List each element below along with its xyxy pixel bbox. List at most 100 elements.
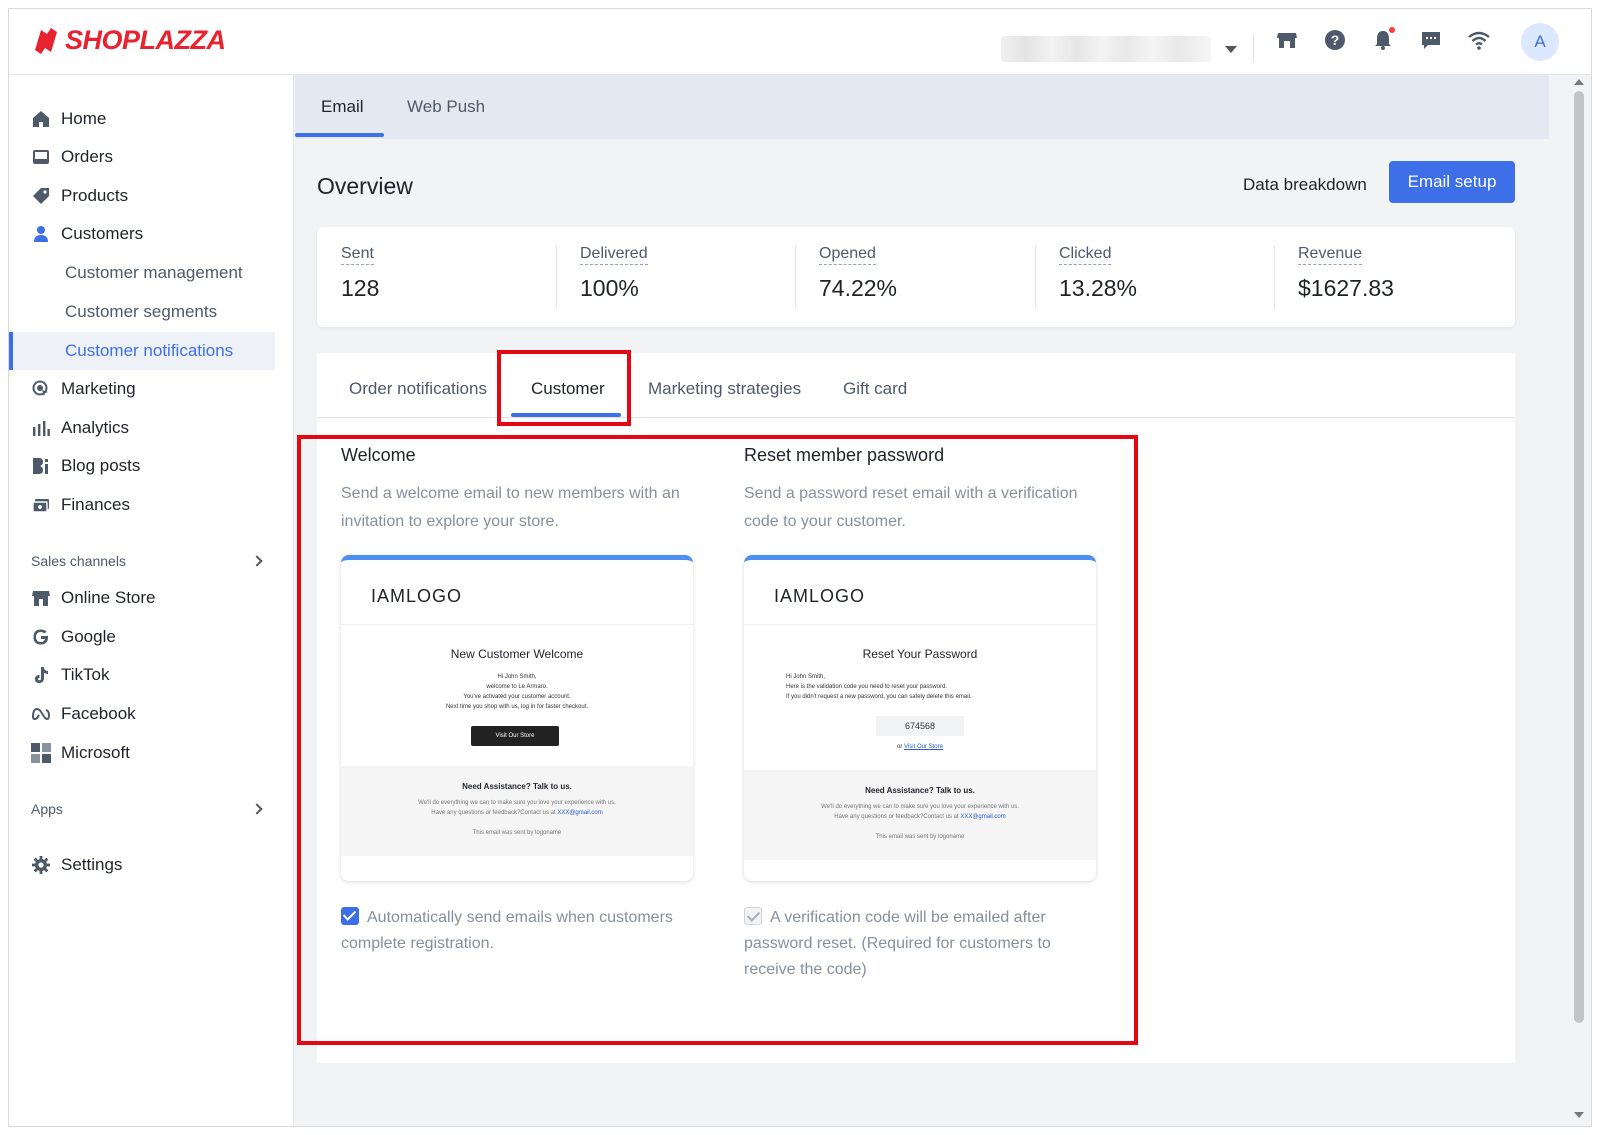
preview-logo: IAMLOGO <box>774 586 866 606</box>
preview-heading: New Customer Welcome <box>450 647 584 661</box>
sidebar-item-analytics[interactable]: Analytics <box>9 410 294 446</box>
sidebar-item-microsoft[interactable]: Microsoft <box>9 735 294 771</box>
sidebar-item-marketing[interactable]: Marketing <box>9 371 294 407</box>
avatar[interactable]: A <box>1521 23 1559 61</box>
preview-line: Here is the validation code you need to … <box>786 684 948 690</box>
sidebar-item-label: Finances <box>61 495 130 514</box>
sidebar-subitem-customer-notifications[interactable]: Customer notifications <box>9 332 294 370</box>
tab-web-push[interactable]: Web Push <box>407 97 485 117</box>
sidebar-item-label: Online Store <box>61 588 156 607</box>
scroll-down-arrow-icon[interactable] <box>1574 1112 1584 1118</box>
preview-footer-title: Need Assistance? Talk to us. <box>865 786 975 795</box>
scroll-up-arrow-icon[interactable] <box>1574 79 1584 85</box>
divider <box>341 624 693 625</box>
stats-card: Sent 128 Delivered 100% Opened 74.22% Cl… <box>317 227 1515 327</box>
preview-heading: Reset Your Password <box>862 647 978 661</box>
sidebar-item-blog-posts[interactable]: Blog posts <box>9 448 294 484</box>
tab-email[interactable]: Email <box>321 97 364 117</box>
email-setup-button[interactable]: Email setup <box>1389 161 1515 203</box>
store-selector[interactable] <box>1001 35 1241 63</box>
brand-logo[interactable]: SHOPLAZZA <box>31 25 226 56</box>
sidebar-item-facebook[interactable]: Facebook <box>9 696 294 732</box>
marketing-icon <box>31 379 51 399</box>
template-description: Send a welcome email to new members with… <box>341 485 680 530</box>
tab-marketing-strategies[interactable]: Marketing strategies <box>648 379 801 399</box>
sidebar-item-label: Products <box>61 186 129 205</box>
preview-line: If you didn't request a new password, yo… <box>786 694 972 700</box>
active-item-indicator <box>9 332 13 370</box>
finance-icon <box>31 495 51 515</box>
email-preview-welcome[interactable]: IAMLOGO New Customer Welcome Hi John Smi… <box>341 555 693 881</box>
stat-label[interactable]: Clicked <box>1059 245 1112 265</box>
sidebar-item-home[interactable]: Home <box>9 101 294 137</box>
sidebar-item-customers[interactable]: Customers <box>9 216 294 252</box>
preview-alt-link: or Visit Our Store <box>744 742 1096 752</box>
stat-value: 100% <box>580 275 639 301</box>
top-bar: SHOPLAZZA ? A <box>9 9 1591 75</box>
preview-line: Next time you shop with us, log in for f… <box>445 704 589 710</box>
google-icon <box>31 627 51 647</box>
divider <box>1274 245 1275 309</box>
tag-icon <box>31 186 51 206</box>
message-icon[interactable] <box>1418 27 1444 53</box>
preview-line: welcome to Le Armaro. <box>486 684 548 690</box>
stat-sent: Sent 128 <box>341 245 561 302</box>
template-welcome: Welcome Send a welcome email to new memb… <box>341 445 691 536</box>
preview-visit-store-button: Visit Our Store <box>471 726 559 746</box>
store-name-blurred <box>1001 36 1211 62</box>
bell-icon[interactable] <box>1370 27 1396 53</box>
app-window: SHOPLAZZA ? A Home Orders Products Custo… <box>8 8 1592 1127</box>
sidebar-subitem-customer-segments[interactable]: Customer segments <box>9 294 294 330</box>
stat-label[interactable]: Delivered <box>580 245 648 265</box>
active-tab-indicator <box>295 133 384 137</box>
sidebar-item-online-store[interactable]: Online Store <box>9 580 294 616</box>
sidebar-item-settings[interactable]: Settings <box>9 847 294 883</box>
data-breakdown-button[interactable]: Data breakdown <box>1243 175 1367 195</box>
person-icon <box>31 224 51 244</box>
stat-clicked: Clicked 13.28% <box>1059 245 1279 302</box>
sidebar-item-label: TikTok <box>61 665 110 684</box>
help-icon[interactable]: ? <box>1322 27 1348 53</box>
tab-gift-card[interactable]: Gift card <box>843 379 907 399</box>
auto-send-checkbox[interactable] <box>341 907 359 925</box>
stat-label[interactable]: Sent <box>341 245 374 265</box>
sidebar-item-products[interactable]: Products <box>9 178 294 214</box>
sidebar-section-sales-channels[interactable]: Sales channels <box>9 543 294 579</box>
preview-footer-text: We'll do everything we can to make sure … <box>418 800 616 806</box>
stat-label[interactable]: Revenue <box>1298 245 1363 265</box>
preview-footer-sent: This email was sent by logoname <box>875 834 965 840</box>
email-preview-reset-password[interactable]: IAMLOGO Reset Your Password Hi John Smit… <box>744 555 1096 881</box>
divider <box>1035 245 1036 309</box>
preview-line: Hi John Smith, <box>786 674 826 680</box>
stat-revenue: Revenue $1627.83 <box>1298 245 1518 302</box>
sidebar-item-label: Blog posts <box>61 456 141 475</box>
tab-order-notifications[interactable]: Order notifications <box>349 379 487 399</box>
scrollbar-thumb[interactable] <box>1574 91 1584 1023</box>
sidebar-item-label: Customers <box>61 224 144 243</box>
stat-label[interactable]: Opened <box>819 245 876 265</box>
sidebar-item-label: Analytics <box>61 418 130 437</box>
sidebar-item-label: Microsoft <box>61 743 130 762</box>
preview-logo: IAMLOGO <box>371 586 463 606</box>
sidebar-section-apps[interactable]: Apps <box>9 791 294 827</box>
sidebar-subitem-customer-management[interactable]: Customer management <box>9 255 294 291</box>
sidebar-item-orders[interactable]: Orders <box>9 139 294 175</box>
divider <box>556 245 557 309</box>
stat-value: 128 <box>341 275 380 301</box>
preview-or-text: or <box>897 744 903 750</box>
sidebar-item-google[interactable]: Google <box>9 619 294 655</box>
divider <box>744 624 1096 625</box>
preview-footer-text: Have any questions or feedback?Contact u… <box>431 810 556 816</box>
page-scrollbar[interactable] <box>1565 75 1591 1126</box>
home-icon <box>31 109 51 129</box>
verification-code-checkbox <box>744 907 762 925</box>
highlight-box-tab <box>497 350 631 426</box>
store-icon[interactable] <box>1274 27 1300 53</box>
sidebar-item-finances[interactable]: Finances <box>9 487 294 523</box>
wifi-icon[interactable] <box>1466 27 1492 53</box>
preview-footer-text: Have any questions or feedback?Contact u… <box>834 814 959 820</box>
option-welcome[interactable]: Automatically send emails when customers… <box>341 905 701 957</box>
template-reset-password: Reset member password Send a password re… <box>744 445 1094 536</box>
sidebar-item-tiktok[interactable]: TikTok <box>9 657 294 693</box>
stat-value: $1627.83 <box>1298 275 1394 301</box>
